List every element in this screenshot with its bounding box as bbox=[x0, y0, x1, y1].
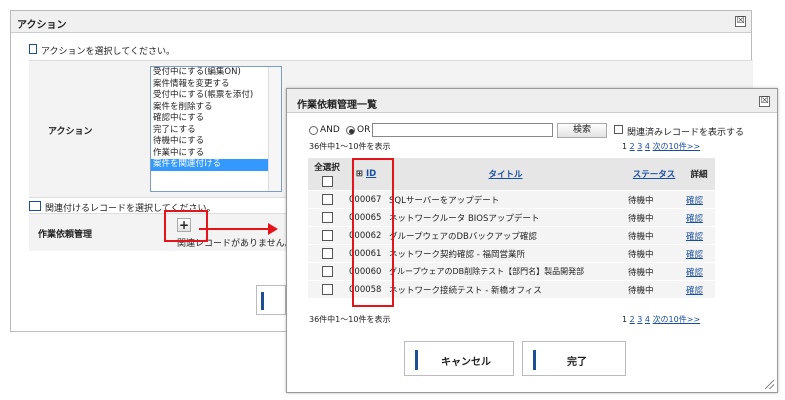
arrow-head bbox=[268, 223, 278, 235]
row-detail-link[interactable]: 確認 bbox=[683, 226, 715, 245]
row-title: グループウェアのDBバックアップ確認 bbox=[386, 226, 625, 245]
arrow-line bbox=[199, 228, 269, 230]
row-title: ネットワークルータ BIOSアップデート bbox=[386, 208, 625, 227]
link-icon bbox=[29, 201, 41, 211]
row-checkbox[interactable] bbox=[321, 266, 333, 277]
or-radio[interactable] bbox=[346, 126, 355, 135]
row-detail-link[interactable]: 確認 bbox=[683, 244, 715, 263]
resize-grip-icon[interactable] bbox=[765, 380, 774, 389]
page-3-link[interactable]: 3 bbox=[637, 142, 642, 151]
action-option[interactable]: 受付中にする(編集ON) bbox=[151, 67, 281, 79]
listbox-scrollbar[interactable] bbox=[268, 67, 281, 191]
document-icon bbox=[29, 44, 37, 54]
action-listbox[interactable]: 受付中にする(編集ON) 案件情報を変更する 受付中にする(帳票を添付) 案件を… bbox=[150, 66, 282, 192]
row-status: 待機中 bbox=[625, 190, 683, 209]
row-detail-link[interactable]: 確認 bbox=[683, 262, 715, 281]
link-field-label: 作業依頼管理 bbox=[38, 230, 93, 240]
row-detail-link[interactable]: 確認 bbox=[683, 208, 715, 227]
done-button[interactable]: 完了 bbox=[522, 341, 626, 376]
back-button-partial[interactable] bbox=[256, 285, 286, 315]
pager-bottom: 1 2 3 4 次の10件>> bbox=[622, 314, 700, 325]
highlight-id-column bbox=[352, 158, 394, 307]
status-header[interactable]: ステータス bbox=[625, 158, 683, 191]
row-checkbox[interactable] bbox=[321, 248, 333, 259]
action-option[interactable]: 案件を削除する bbox=[151, 102, 281, 114]
dialog-title: 作業依頼管理一覧 bbox=[297, 100, 377, 111]
count-text: 36件中1～10件を表示 bbox=[309, 142, 391, 151]
row-title: ネットワーク接続テスト - 新橋オフィス bbox=[386, 280, 625, 299]
page-2-link[interactable]: 2 bbox=[630, 315, 635, 324]
action-option[interactable]: 作業中にする bbox=[151, 148, 281, 160]
row-status: 待機中 bbox=[625, 226, 683, 245]
action-option[interactable]: 完了にする bbox=[151, 125, 281, 137]
row-detail-link[interactable]: 確認 bbox=[683, 190, 715, 209]
button-accent bbox=[533, 350, 536, 370]
count-text-bottom: 36件中1～10件を表示 bbox=[309, 315, 391, 324]
detail-header: 詳細 bbox=[683, 158, 715, 191]
action-option[interactable]: 待機中にする bbox=[151, 136, 281, 148]
action-dialog-title: アクション bbox=[17, 20, 67, 31]
row-checkbox[interactable] bbox=[321, 194, 333, 205]
action-option[interactable]: 確認中にする bbox=[151, 113, 281, 125]
action-option[interactable]: 案件情報を変更する bbox=[151, 79, 281, 91]
select-prompt: アクションを選択してください。 bbox=[41, 47, 176, 57]
highlight-add-button bbox=[164, 210, 208, 242]
row-title: ネットワーク契約確認 - 福岡営業所 bbox=[386, 244, 625, 263]
show-related-checkbox[interactable] bbox=[614, 125, 623, 134]
next-page-link[interactable]: 次の10件>> bbox=[653, 142, 701, 151]
show-related-label: 関連済みレコードを表示する bbox=[627, 128, 745, 138]
select-all-header[interactable]: 全選択 bbox=[308, 158, 346, 191]
search-button[interactable]: 検索 bbox=[557, 123, 607, 138]
page-3-link[interactable]: 3 bbox=[637, 315, 642, 324]
close-icon[interactable]: ☒ bbox=[735, 16, 746, 27]
and-label: AND bbox=[320, 125, 340, 135]
close-icon[interactable]: ☒ bbox=[759, 96, 770, 107]
search-input[interactable] bbox=[372, 123, 553, 137]
and-radio[interactable] bbox=[309, 126, 318, 135]
row-checkbox[interactable] bbox=[321, 212, 333, 223]
action-label: アクション bbox=[48, 127, 93, 137]
row-title: グループウェアのDB削除テスト【部門名】製品開発部 bbox=[386, 262, 625, 281]
action-dialog-titlebar bbox=[11, 11, 751, 33]
page-1: 1 bbox=[622, 315, 628, 324]
button-accent bbox=[415, 350, 418, 370]
action-option[interactable]: 受付中にする(帳票を添付) bbox=[151, 90, 281, 102]
row-status: 待機中 bbox=[625, 208, 683, 227]
cancel-button[interactable]: キャンセル bbox=[404, 341, 514, 376]
row-status: 待機中 bbox=[625, 262, 683, 281]
next-page-link[interactable]: 次の10件>> bbox=[653, 315, 701, 324]
action-option-selected[interactable]: 案件を関連付ける bbox=[151, 159, 281, 171]
page-4-link[interactable]: 4 bbox=[645, 315, 650, 324]
page-4-link[interactable]: 4 bbox=[645, 142, 650, 151]
row-checkbox[interactable] bbox=[321, 230, 333, 241]
row-title: SQLサーバーをアップデート bbox=[386, 190, 625, 209]
row-status: 待機中 bbox=[625, 244, 683, 263]
title-header[interactable]: タイトル bbox=[386, 158, 625, 191]
or-label: OR bbox=[357, 125, 371, 135]
row-checkbox[interactable] bbox=[321, 284, 333, 295]
pager: 1 2 3 4 次の10件>> bbox=[622, 141, 700, 152]
row-detail-link[interactable]: 確認 bbox=[683, 280, 715, 299]
row-status: 待機中 bbox=[625, 280, 683, 299]
page-1: 1 bbox=[622, 142, 628, 151]
select-all-checkbox[interactable] bbox=[321, 176, 333, 187]
page-2-link[interactable]: 2 bbox=[630, 142, 635, 151]
